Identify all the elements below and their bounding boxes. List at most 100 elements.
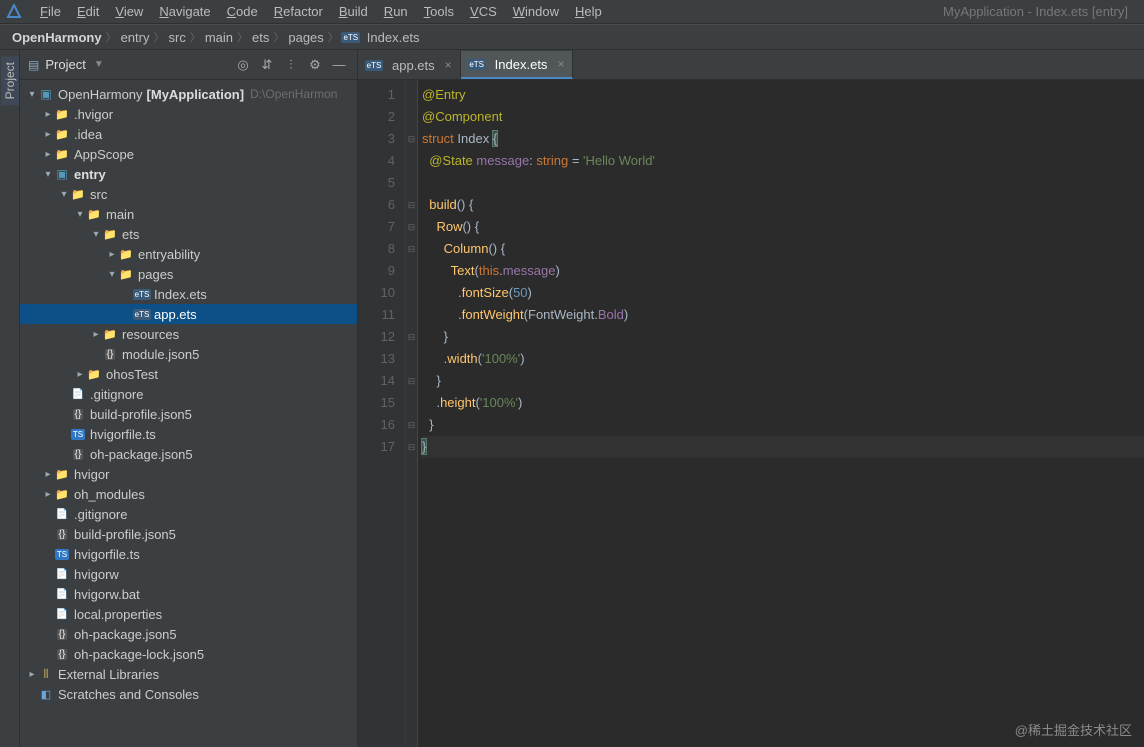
menu-code[interactable]: Code [219,2,266,21]
tree-node[interactable]: main [20,204,357,224]
code-line[interactable]: struct Index { [422,128,1144,150]
menu-window[interactable]: Window [505,2,567,21]
breadcrumb-item[interactable]: Index.ets [339,29,424,45]
tree-node[interactable]: oh-package.json5 [20,624,357,644]
tree-node[interactable]: .hvigor [20,104,357,124]
code-line[interactable] [422,172,1144,194]
fold-marker[interactable] [406,392,417,414]
fold-marker[interactable]: ⊟ [406,216,417,238]
fold-marker[interactable] [406,282,417,304]
code-line[interactable]: .height('100%') [422,392,1144,414]
project-tool-tab[interactable]: Project [1,56,19,105]
close-tab-icon[interactable]: × [557,57,564,71]
menu-build[interactable]: Build [331,2,376,21]
breadcrumb-item[interactable]: ets [248,30,273,45]
code-line[interactable]: .fontWeight(FontWeight.Bold) [422,304,1144,326]
tool-window-bar[interactable]: Project [0,50,20,747]
tree-node[interactable]: ohosTest [20,364,357,384]
fold-gutter[interactable]: ⊟⊟⊟⊟⊟⊟⊟⊟ [406,80,418,747]
tree-node[interactable]: resources [20,324,357,344]
tree-node[interactable]: OpenHarmony [MyApplication]D:\OpenHarmon [20,84,357,104]
breadcrumb-item[interactable]: main [201,30,237,45]
code-line[interactable]: } [422,326,1144,348]
menu-navigate[interactable]: Navigate [151,2,218,21]
tree-node[interactable]: hvigorfile.ts [20,544,357,564]
expand-all-button[interactable]: ⇵ [257,55,277,75]
fold-marker[interactable]: ⊟ [406,128,417,150]
menu-view[interactable]: View [107,2,151,21]
fold-marker[interactable] [406,150,417,172]
fold-marker[interactable] [406,348,417,370]
fold-marker[interactable] [406,106,417,128]
fold-marker[interactable]: ⊟ [406,194,417,216]
tree-node[interactable]: hvigor [20,464,357,484]
tree-node[interactable]: build-profile.json5 [20,524,357,544]
code-line[interactable]: @State message: string = 'Hello World' [422,150,1144,172]
fold-marker[interactable] [406,304,417,326]
code-line[interactable]: } [422,414,1144,436]
breadcrumb-item[interactable]: pages [284,30,327,45]
tree-node[interactable]: .gitignore [20,384,357,404]
code-line[interactable]: @Component [422,106,1144,128]
fold-marker[interactable]: ⊟ [406,436,417,458]
tree-node[interactable]: app.ets [20,304,357,324]
code-line[interactable]: Column() { [422,238,1144,260]
panel-settings-button[interactable]: ⚙ [305,55,325,75]
menu-refactor[interactable]: Refactor [266,2,331,21]
menu-run[interactable]: Run [376,2,416,21]
expand-arrow-icon[interactable] [42,489,54,500]
tree-node[interactable]: hvigorfile.ts [20,424,357,444]
expand-arrow-icon[interactable] [74,209,86,220]
expand-arrow-icon[interactable] [26,669,38,680]
tree-node[interactable]: entryability [20,244,357,264]
code-line[interactable]: build() { [422,194,1144,216]
tree-node[interactable]: External Libraries [20,664,357,684]
fold-marker[interactable]: ⊟ [406,326,417,348]
expand-arrow-icon[interactable] [42,469,54,480]
expand-arrow-icon[interactable] [42,129,54,140]
expand-arrow-icon[interactable] [42,109,54,120]
expand-arrow-icon[interactable] [74,369,86,380]
tree-node[interactable]: oh_modules [20,484,357,504]
tree-node[interactable]: Index.ets [20,284,357,304]
expand-arrow-icon[interactable] [90,329,102,340]
locate-file-button[interactable]: ◎ [233,55,253,75]
fold-marker[interactable]: ⊟ [406,370,417,392]
tree-node[interactable]: hvigorw [20,564,357,584]
menu-edit[interactable]: Edit [69,2,107,21]
breadcrumb-item[interactable]: entry [117,30,154,45]
tree-node[interactable]: src [20,184,357,204]
editor-tab[interactable]: Index.ets× [461,51,574,79]
fold-marker[interactable] [406,172,417,194]
project-view-dropdown-icon[interactable]: ▼ [94,59,104,70]
project-view-label[interactable]: Project [45,57,85,72]
tree-node[interactable]: pages [20,264,357,284]
expand-arrow-icon[interactable] [106,269,118,280]
tree-node[interactable]: oh-package.json5 [20,444,357,464]
tree-node[interactable]: local.properties [20,604,357,624]
tree-node[interactable]: build-profile.json5 [20,404,357,424]
code-line[interactable]: Row() { [422,216,1144,238]
fold-marker[interactable]: ⊟ [406,238,417,260]
fold-marker[interactable] [406,84,417,106]
expand-arrow-icon[interactable] [42,149,54,160]
tree-node[interactable]: module.json5 [20,344,357,364]
code-line[interactable]: .width('100%') [422,348,1144,370]
code-content[interactable]: @Entry@Componentstruct Index { @State me… [418,80,1144,747]
tree-node[interactable]: .idea [20,124,357,144]
code-line[interactable]: } [422,436,1144,458]
flatten-button[interactable]: ⫶ [281,55,301,75]
code-line[interactable]: Text(this.message) [422,260,1144,282]
fold-marker[interactable] [406,260,417,282]
code-line[interactable]: .fontSize(50) [422,282,1144,304]
expand-arrow-icon[interactable] [90,229,102,240]
fold-marker[interactable]: ⊟ [406,414,417,436]
menu-file[interactable]: File [32,2,69,21]
tree-node[interactable]: oh-package-lock.json5 [20,644,357,664]
tree-node[interactable]: entry [20,164,357,184]
tree-node[interactable]: ets [20,224,357,244]
expand-arrow-icon[interactable] [42,169,54,180]
close-tab-icon[interactable]: × [445,58,452,72]
code-line[interactable]: @Entry [422,84,1144,106]
menu-vcs[interactable]: VCS [462,2,505,21]
